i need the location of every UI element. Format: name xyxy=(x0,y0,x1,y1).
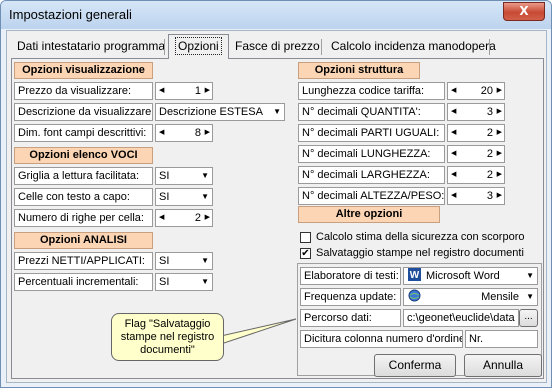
tab-separator xyxy=(321,39,322,55)
tab-fasce-prezzo[interactable]: Fasce di prezzo xyxy=(229,36,326,58)
options-panel: Opzioni visualizzazione Prezzo da visual… xyxy=(11,58,544,379)
tab-dati-intestatario[interactable]: Dati intestatario programma xyxy=(11,36,171,58)
title-bar[interactable]: Impostazioni generali X xyxy=(1,1,551,29)
close-icon: X xyxy=(519,4,529,18)
settings-window: Impostazioni generali X Dati intestatari… xyxy=(0,0,552,388)
tab-separator xyxy=(489,39,490,55)
tooltip-pointer xyxy=(210,318,297,344)
tab-opzioni[interactable]: Opzioni xyxy=(168,34,229,59)
dialog-client: Dati intestatario programma Opzioni Fasc… xyxy=(6,30,547,383)
tab-separator xyxy=(164,39,165,55)
window-title: Impostazioni generali xyxy=(9,7,132,22)
tooltip: Flag "Salvataggio stampe nel registro do… xyxy=(111,313,224,361)
close-button[interactable]: X xyxy=(503,2,545,21)
tab-calcolo-incidenza[interactable]: Calcolo incidenza manodopera xyxy=(325,36,502,58)
tab-opzioni-label: Opzioni xyxy=(175,37,222,55)
